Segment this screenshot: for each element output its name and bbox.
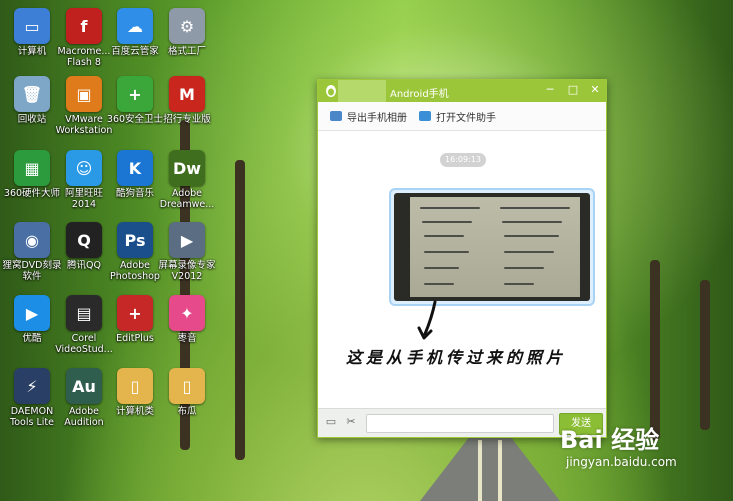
desktop-icon-label: 布瓜: [177, 406, 197, 417]
desktop-icon-label: 360安全卫士: [106, 114, 164, 125]
zaoyin-icon: ✦: [169, 295, 205, 331]
desktop-icon[interactable]: ⚡ DAEMON Tools Lite: [2, 368, 62, 428]
desktop-icon-label: 优酷: [22, 333, 42, 344]
desktop-icon[interactable]: ▯ 计算机类: [105, 368, 165, 417]
youku-icon: ▶: [14, 295, 50, 331]
qq-icon: Q: [66, 222, 102, 258]
corel-video-icon: ▤: [66, 295, 102, 331]
window-title: Android手机: [390, 89, 449, 100]
message-input[interactable]: [366, 414, 554, 433]
received-photo[interactable]: [394, 193, 590, 301]
scissors-icon[interactable]: ✂: [345, 416, 357, 428]
arrow-annotation: [417, 300, 437, 340]
export-album-label: 导出手机相册: [347, 112, 407, 124]
desktop-icon[interactable]: +360安全卫士: [105, 76, 165, 125]
desktop-icon-label: 计算机: [17, 46, 47, 57]
desktop-icon[interactable]: ▯ 布瓜: [157, 368, 217, 417]
export-album-button[interactable]: 导出手机相册: [330, 109, 407, 124]
tree-trunk: [235, 160, 245, 460]
folder-icon: ▯: [117, 368, 153, 404]
desktop-icon-label: 360硬件大师: [3, 188, 61, 199]
homework-paper: [410, 197, 580, 297]
photo-message-bubble[interactable]: [389, 188, 595, 306]
desktop-icon-label: EditPlus: [116, 333, 154, 344]
baidu-watermark: Bai 经验 jingyan.baidu.com: [560, 420, 677, 469]
dvd-burner-icon: ◉: [14, 222, 50, 258]
360-hardware-icon: ▦: [14, 150, 50, 186]
road-line: [478, 440, 482, 501]
flash-icon: f: [66, 8, 102, 44]
recycle-bin-icon: 🗑: [14, 76, 50, 112]
desktop-icon-label: Adobe Dreamwe...: [159, 188, 215, 210]
qq-penguin-icon: [326, 85, 336, 97]
audition-icon: Au: [66, 368, 102, 404]
daemon-tools-icon: ⚡: [14, 368, 50, 404]
desktop-icon-label: 回收站: [17, 114, 47, 125]
desktop-icon[interactable]: ✦ 枣音: [157, 295, 217, 344]
open-file-assistant-button[interactable]: 打开文件助手: [419, 109, 496, 124]
desktop-icon[interactable]: M 招行专业版: [157, 76, 217, 125]
road-line: [498, 440, 502, 501]
baidu-cloud-icon: ☁: [117, 8, 153, 44]
desktop-icon-label: 计算机类: [115, 406, 154, 417]
desktop-icon[interactable]: Ps Adobe Photoshop: [105, 222, 165, 282]
desktop-icon[interactable]: ▶ 优酷: [2, 295, 62, 344]
dreamweaver-icon: Dw: [169, 150, 205, 186]
desktop-icon-label: Adobe Photoshop: [110, 260, 160, 282]
title-tab: [338, 80, 386, 102]
desktop-icon[interactable]: + EditPlus: [105, 295, 165, 344]
folder-icon: ▯: [169, 368, 205, 404]
desktop-icon-label: 屏幕录像专家V2012: [158, 260, 216, 282]
annotation-text: 这是从手机传过来的照片: [346, 348, 567, 367]
desktop-icon-label: 百度云管家: [111, 46, 159, 57]
minimize-button[interactable]: ─: [543, 83, 557, 97]
vmware-icon: ▣: [66, 76, 102, 112]
desktop-icon[interactable]: ⚙ 格式工厂: [157, 8, 217, 57]
kugou-icon: K: [117, 150, 153, 186]
close-button[interactable]: ✕: [588, 83, 602, 97]
watermark-brand: Bai 经验: [560, 426, 660, 454]
desktop-icon[interactable]: ▦ 360硬件大师: [2, 150, 62, 199]
desktop-icon[interactable]: ☁ 百度云管家: [105, 8, 165, 57]
computer-icon: ▭: [14, 8, 50, 44]
desktop-icon[interactable]: K 酷狗音乐: [105, 150, 165, 199]
desktop-icon[interactable]: ◉ 狸窝DVD刻录软件: [2, 222, 62, 282]
qq-android-window: Android手机 ─ □ ✕ 导出手机相册 打开文件助手 16:09:13 ▭…: [317, 79, 607, 438]
desktop-icon[interactable]: 🗑 回收站: [2, 76, 62, 125]
desktop-icon-label: DAEMON Tools Lite: [10, 406, 54, 428]
desktop-icon-label: 招行专业版: [163, 114, 211, 125]
desktop-icon[interactable]: Dw Adobe Dreamwe...: [157, 150, 217, 210]
aliwangwang-icon: ☺: [66, 150, 102, 186]
export-album-icon: [330, 111, 342, 121]
photoshop-icon: Ps: [117, 222, 153, 258]
360-safe-icon: +: [117, 76, 153, 112]
format-factory-icon: ⚙: [169, 8, 205, 44]
desktop-icon[interactable]: ▭ 计算机: [2, 8, 62, 57]
title-bar: Android手机 ─ □ ✕: [318, 80, 606, 102]
folder-icon[interactable]: ▭: [325, 416, 337, 428]
tree-trunk: [650, 260, 660, 440]
watermark-url: jingyan.baidu.com: [566, 455, 677, 469]
editplus-icon: +: [117, 295, 153, 331]
tree-trunk: [700, 280, 710, 430]
desktop-icon-label: 格式工厂: [167, 46, 206, 57]
toolbar: 导出手机相册 打开文件助手: [318, 102, 606, 131]
message-timestamp: 16:09:13: [440, 153, 486, 167]
desktop-icon-label: 酷狗音乐: [115, 188, 154, 199]
cmb-icon: M: [169, 76, 205, 112]
open-folder-icon: [419, 111, 431, 121]
maximize-button[interactable]: □: [566, 83, 580, 97]
screen-recorder-icon: ▶: [169, 222, 205, 258]
desktop-icon-label: 狸窝DVD刻录软件: [2, 260, 62, 282]
desktop-icon-label: 枣音: [177, 333, 197, 344]
open-file-assistant-label: 打开文件助手: [436, 112, 496, 124]
desktop-icon[interactable]: ▶ 屏幕录像专家V2012: [157, 222, 217, 282]
